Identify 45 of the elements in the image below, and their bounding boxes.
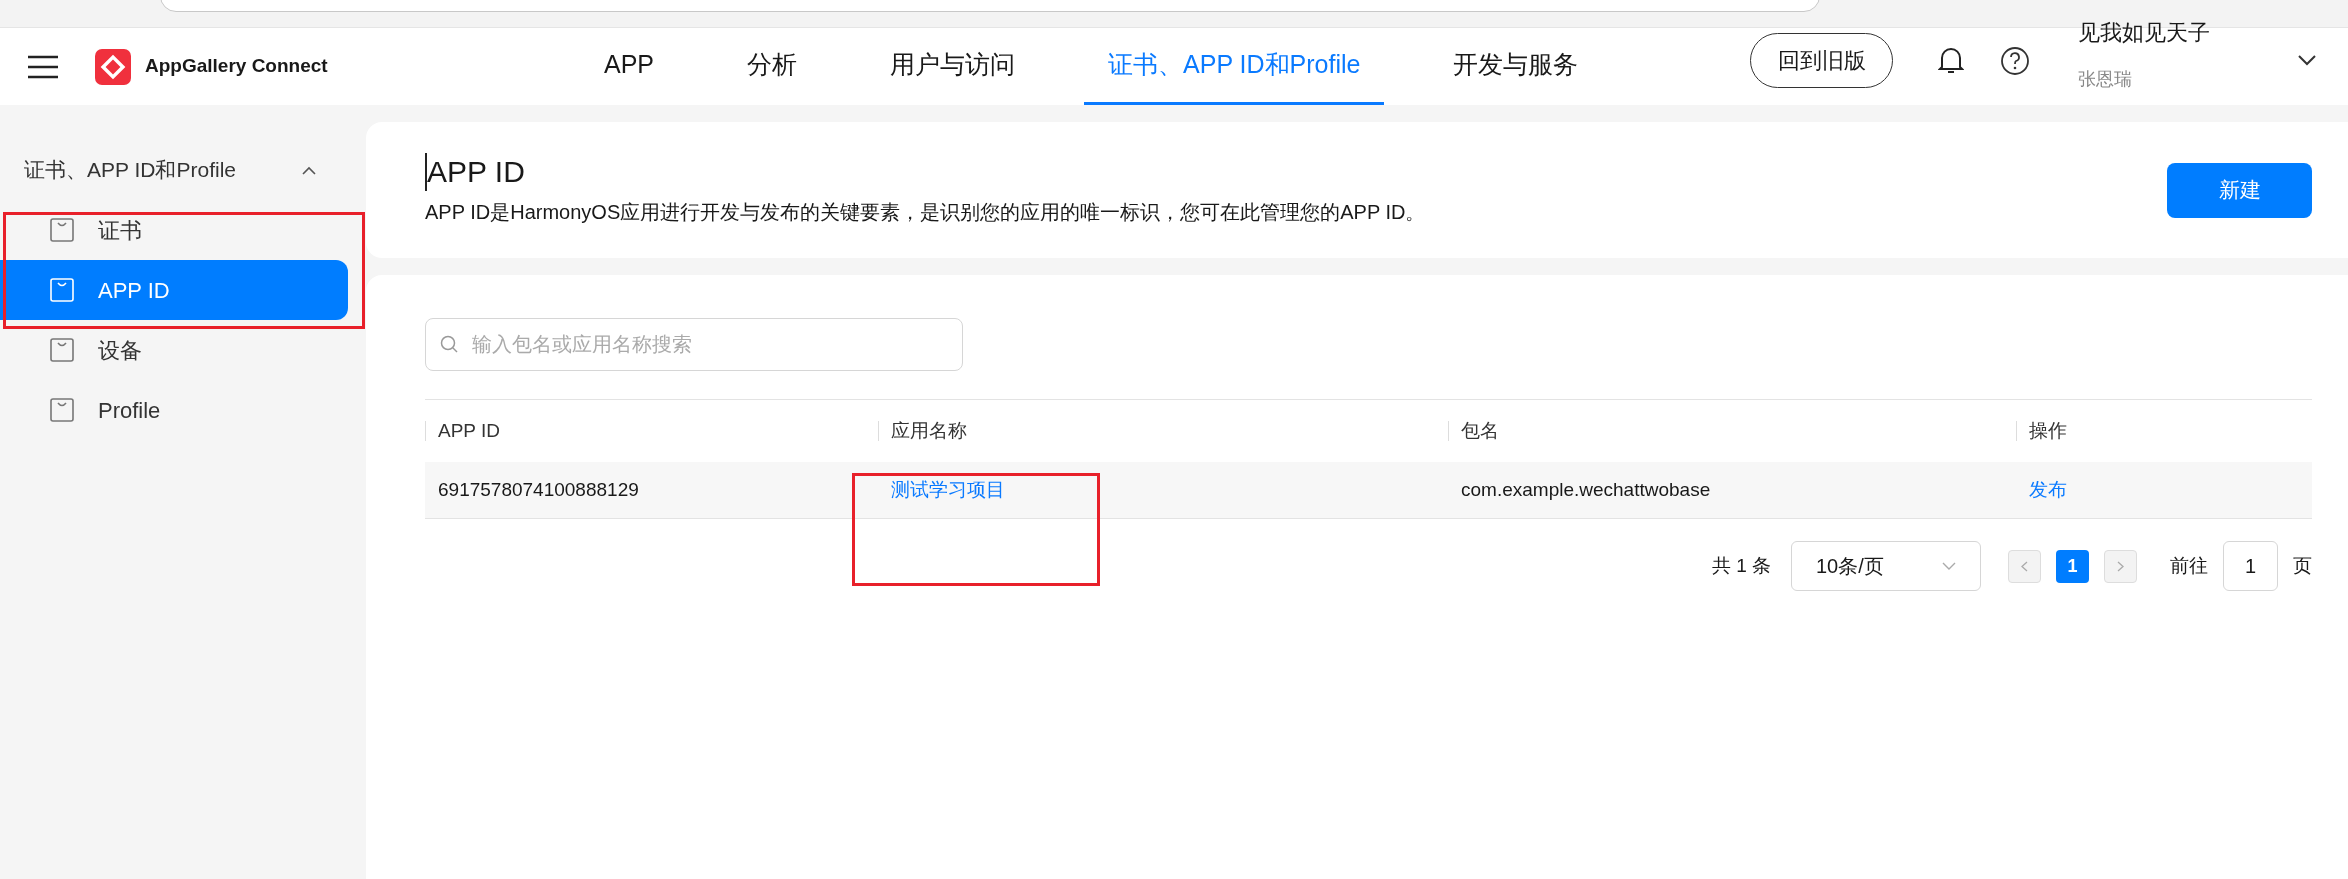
publish-link[interactable]: 发布: [2029, 478, 2067, 500]
bag-icon: [50, 278, 74, 302]
search-field[interactable]: 输入包名或应用名称搜索: [425, 318, 963, 371]
page-number-button[interactable]: 1: [2056, 549, 2089, 583]
bell-icon[interactable]: [1938, 45, 1964, 75]
bag-icon: [50, 338, 74, 362]
chevron-up-icon[interactable]: [302, 165, 316, 175]
goto-suffix: 页: [2293, 553, 2312, 578]
user-account: 张恩瑞: [2078, 68, 2132, 91]
sidebar-item[interactable]: 设备: [0, 320, 348, 380]
sidebar-item[interactable]: Profile: [0, 380, 348, 440]
new-button[interactable]: 新建: [2167, 162, 2312, 218]
chevron-down-icon: [1942, 562, 1956, 570]
logo-icon: [95, 48, 131, 85]
user-name: 见我如见天子: [2078, 19, 2210, 47]
goto-page-field[interactable]: 1: [2223, 541, 2278, 591]
goto-label: 前往: [2170, 553, 2208, 578]
menu-icon[interactable]: [27, 54, 59, 79]
app-name-link[interactable]: 测试学习项目: [891, 478, 1005, 500]
package-cell-text: com.example.wechattwobase: [1460, 477, 1712, 502]
nav-tab[interactable]: 证书、APP ID和Profile: [1084, 28, 1385, 105]
bag-icon: [50, 218, 74, 242]
nav-tab[interactable]: 分析: [723, 28, 822, 105]
sidebar-group-title[interactable]: 证书、APP ID和Profile: [24, 154, 236, 186]
help-icon[interactable]: [2000, 46, 2030, 76]
chevron-down-icon[interactable]: [2298, 55, 2316, 66]
chevron-right-icon: [2117, 560, 2124, 572]
column-header: 包名: [1461, 418, 1499, 443]
sidebar-item[interactable]: APP ID: [0, 260, 348, 320]
nav-tab[interactable]: 开发与服务: [1429, 28, 1603, 105]
column-header: 应用名称: [891, 418, 967, 443]
column-header: APP ID: [438, 418, 500, 443]
sidebar-item[interactable]: 证书: [0, 200, 348, 260]
search-icon: [440, 335, 458, 353]
page-description: APP ID是HarmonyOS应用进行开发与发布的关键要素，是识别您的应用的唯一标识，您可在此管理您的APP ID。: [425, 200, 1426, 225]
app-id-cell-text: 6917578074100888129: [437, 477, 640, 502]
column-header: 操作: [2029, 418, 2067, 443]
page-size-select[interactable]: 10条/页: [1791, 541, 1981, 591]
total-count: 共 1 条: [1711, 553, 1771, 578]
nav-tab[interactable]: APP: [580, 28, 679, 105]
nav-tab[interactable]: 用户与访问: [866, 28, 1040, 105]
chevron-left-icon: [2021, 560, 2028, 572]
bag-icon: [50, 398, 74, 422]
page-title: APP ID: [425, 153, 1426, 191]
brand-name: AppGallery Connect: [145, 54, 328, 79]
